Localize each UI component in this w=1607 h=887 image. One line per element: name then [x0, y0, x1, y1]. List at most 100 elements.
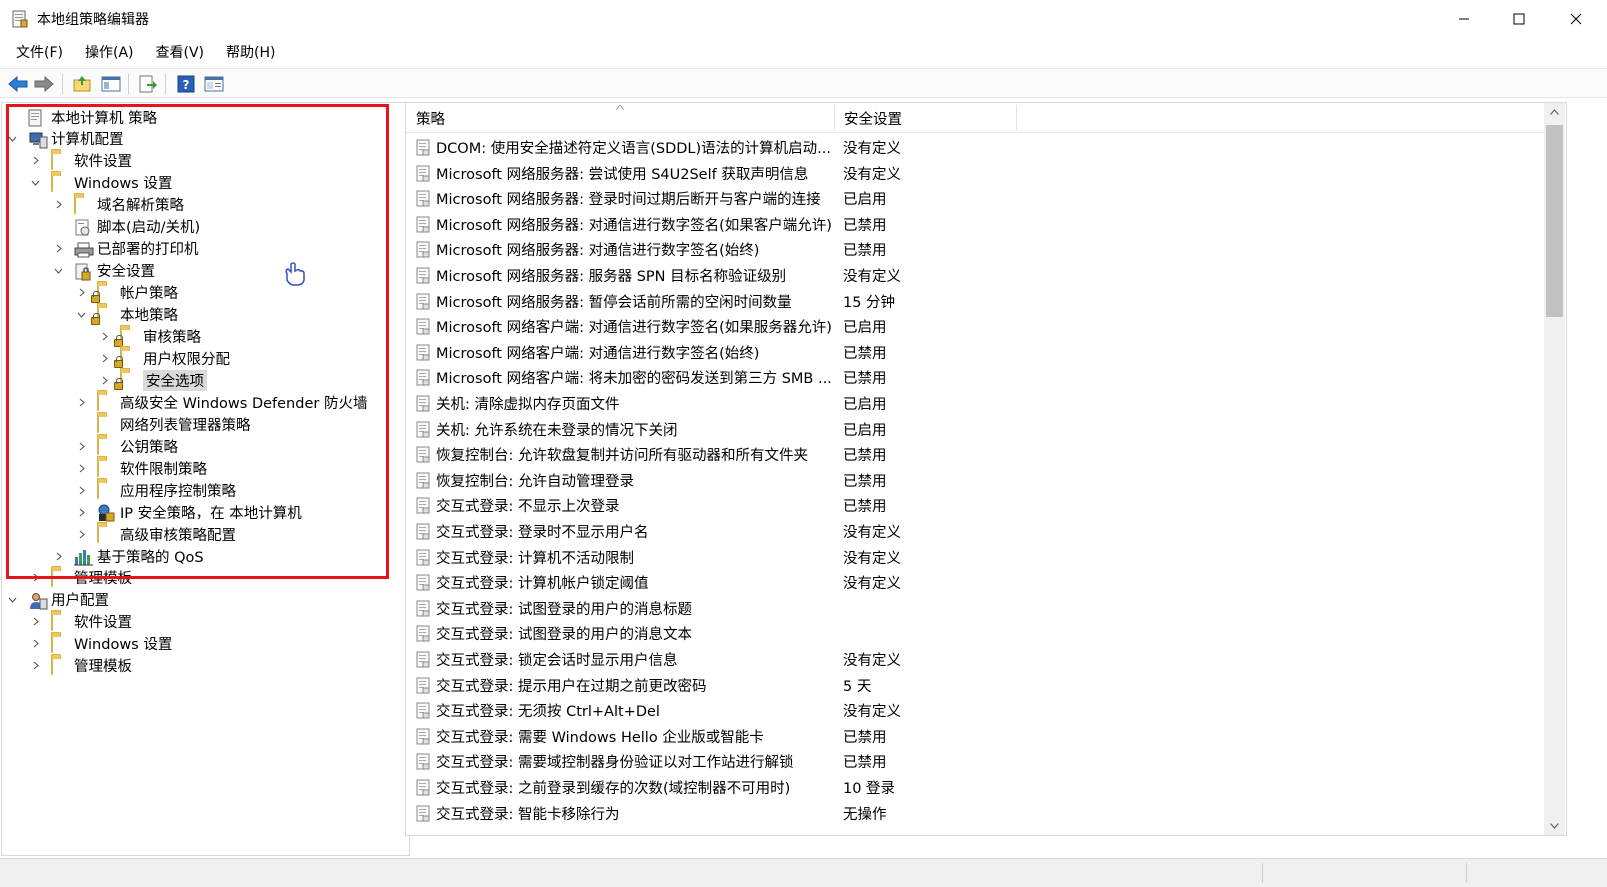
policy-row[interactable]: 交互式登录: 需要 Windows Hello 企业版或智能卡 已禁用 [406, 723, 1546, 748]
policy-row[interactable]: 交互式登录: 智能卡移除行为 无操作 [406, 800, 1546, 825]
tree-item[interactable]: 公钥策略 [79, 435, 178, 457]
help-button[interactable]: ? [176, 74, 196, 94]
policy-row[interactable]: Microsoft 网络服务器: 登录时间过期后断开与客户端的连接 已启用 [406, 185, 1546, 210]
expand-chevron-right-icon[interactable] [75, 440, 87, 452]
export-list-button[interactable] [138, 74, 158, 94]
tree-item-label: 高级安全 Windows Defender 防火墙 [120, 395, 368, 412]
tree-item[interactable]: 软件限制策略 [79, 457, 207, 479]
scroll-thumb[interactable] [1546, 125, 1563, 317]
tree-item[interactable]: 域名解析策略 [56, 194, 184, 216]
tree-item[interactable]: 本地策略 [77, 304, 178, 326]
expand-chevron-down-icon[interactable] [6, 594, 18, 606]
policy-row[interactable]: 交互式登录: 需要域控制器身份验证以对工作站进行解锁 已禁用 [406, 748, 1546, 773]
expand-chevron-right-icon[interactable] [29, 638, 41, 650]
tree-item[interactable]: 用户权限分配 [102, 347, 230, 369]
policy-security-setting: 已启用 [843, 192, 887, 209]
policy-row[interactable]: 关机: 允许系统在未登录的情况下关闭 已启用 [406, 416, 1546, 441]
scroll-up-button[interactable] [1544, 103, 1565, 121]
expand-chevron-right-icon[interactable] [98, 331, 110, 343]
expand-chevron-right-icon[interactable] [52, 243, 64, 255]
tree-item[interactable]: 帐户策略 [79, 282, 178, 304]
tree-item[interactable]: 本地计算机 策略 [28, 106, 157, 128]
vertical-scrollbar[interactable] [1544, 103, 1565, 835]
expand-chevron-right-icon[interactable] [29, 616, 41, 628]
menu-view[interactable]: 查看(V) [149, 38, 212, 68]
expand-chevron-down-icon[interactable] [6, 133, 18, 145]
expand-chevron-right-icon[interactable] [75, 287, 87, 299]
policy-row[interactable]: Microsoft 网络服务器: 尝试使用 S4U2Self 获取声明信息 没有定… [406, 160, 1546, 185]
expand-chevron-down-icon[interactable] [29, 177, 41, 189]
maximize-button[interactable] [1496, 0, 1542, 38]
tree-item[interactable]: 基于策略的 QoS [56, 545, 204, 567]
expand-chevron-right-icon[interactable] [52, 199, 64, 211]
expand-chevron-right-icon[interactable] [75, 528, 87, 540]
policy-row[interactable]: 交互式登录: 不显示上次登录 已禁用 [406, 492, 1546, 517]
policy-row[interactable]: 交互式登录: 试图登录的用户的消息文本 [406, 620, 1546, 645]
policy-row[interactable]: 交互式登录: 登录时不显示用户名 没有定义 [406, 518, 1546, 543]
policy-row[interactable]: Microsoft 网络客户端: 对通信进行数字签名(如果服务器允许) 已启用 [406, 313, 1546, 338]
up-level-button[interactable] [72, 74, 92, 94]
policy-row[interactable]: 交互式登录: 提示用户在过期之前更改密码 5 天 [406, 672, 1546, 697]
tree-item[interactable]: 计算机配置 [8, 128, 124, 150]
tree-item[interactable]: 高级安全 Windows Defender 防火墙 [79, 391, 368, 413]
expand-chevron-right-icon[interactable] [52, 550, 64, 562]
policy-row[interactable]: Microsoft 网络服务器: 服务器 SPN 目标名称验证级别 没有定义 [406, 262, 1546, 287]
tree-item[interactable]: 软件设置 [33, 150, 132, 172]
policy-row[interactable]: 交互式登录: 试图登录的用户的消息标题 [406, 595, 1546, 620]
minimize-button[interactable] [1441, 0, 1487, 38]
policy-row[interactable]: 交互式登录: 计算机帐户锁定阈值 没有定义 [406, 569, 1546, 594]
tree-item[interactable]: 安全选项 [102, 369, 207, 391]
close-button[interactable] [1553, 0, 1599, 38]
expand-chevron-right-icon[interactable] [29, 660, 41, 672]
policy-row[interactable]: 交互式登录: 无须按 Ctrl+Alt+Del 没有定义 [406, 697, 1546, 722]
navigation-tree[interactable]: 本地计算机 策略 计算机配置 软件设置 Windows 设置 域名解析策略 脚本(启动/关… [1, 102, 410, 856]
expand-chevron-right-icon[interactable] [98, 374, 110, 386]
policy-row[interactable]: 交互式登录: 之前登录到缓存的次数(域控制器不可用时) 10 登录 [406, 774, 1546, 799]
expand-chevron-right-icon[interactable] [75, 484, 87, 496]
tree-item[interactable]: 用户配置 [8, 589, 109, 611]
scroll-down-button[interactable] [1544, 817, 1565, 835]
expand-chevron-right-icon[interactable] [75, 506, 87, 518]
tree-item[interactable]: 安全设置 [54, 260, 155, 282]
column-header-setting[interactable]: 安全设置 [834, 103, 1016, 133]
expand-chevron-right-icon[interactable] [98, 352, 110, 364]
show-hide-tree-button[interactable] [101, 74, 121, 94]
policy-row[interactable]: 交互式登录: 计算机不活动限制 没有定义 [406, 544, 1546, 569]
menu-action[interactable]: 操作(A) [78, 38, 141, 68]
policy-row[interactable]: 恢复控制台: 允许软盘复制并访问所有驱动器和所有文件夹 已禁用 [406, 441, 1546, 466]
policy-row[interactable]: Microsoft 网络服务器: 对通信进行数字签名(始终) 已禁用 [406, 236, 1546, 261]
expand-chevron-right-icon[interactable] [29, 155, 41, 167]
tree-item[interactable]: 高级审核策略配置 [79, 523, 236, 545]
expand-chevron-down-icon[interactable] [52, 265, 64, 277]
back-button[interactable] [8, 74, 28, 94]
tree-item[interactable]: 网络列表管理器策略 [97, 413, 251, 435]
expand-chevron-down-icon[interactable] [75, 309, 87, 321]
tree-item[interactable]: 脚本(启动/关机) [74, 216, 200, 238]
tree-item[interactable]: 管理模板 [33, 567, 132, 589]
tree-item[interactable]: IP 安全策略，在 本地计算机 [79, 501, 302, 523]
tree-item[interactable]: 管理模板 [33, 655, 132, 677]
policy-row[interactable]: Microsoft 网络服务器: 暂停会话前所需的空闲时间数量 15 分钟 [406, 288, 1546, 313]
tree-item[interactable]: 审核策略 [102, 326, 201, 348]
tree-item[interactable]: 已部署的打印机 [56, 238, 199, 260]
policy-row[interactable]: 交互式登录: 锁定会话时显示用户信息 没有定义 [406, 646, 1546, 671]
properties-button[interactable] [204, 74, 224, 94]
tree-item[interactable]: Windows 设置 [31, 172, 172, 194]
expand-chevron-right-icon[interactable] [75, 462, 87, 474]
expand-chevron-right-icon[interactable] [29, 572, 41, 584]
policy-row[interactable]: Microsoft 网络客户端: 对通信进行数字签名(始终) 已禁用 [406, 339, 1546, 364]
tree-item[interactable]: 软件设置 [33, 611, 132, 633]
status-bar [0, 858, 1607, 887]
expand-chevron-right-icon[interactable] [75, 396, 87, 408]
policy-row[interactable]: 恢复控制台: 允许自动管理登录 已禁用 [406, 467, 1546, 492]
policy-row[interactable]: DCOM: 使用安全描述符定义语言(SDDL)语法的计算机启动... 没有定义 [406, 134, 1546, 159]
column-divider[interactable] [1016, 105, 1017, 131]
tree-item[interactable]: 应用程序控制策略 [79, 479, 236, 501]
policy-row[interactable]: Microsoft 网络客户端: 将未加密的密码发送到第三方 SMB ... 已禁… [406, 364, 1546, 389]
policy-row[interactable]: Microsoft 网络服务器: 对通信进行数字签名(如果客户端允许) 已禁用 [406, 211, 1546, 236]
tree-item[interactable]: Windows 设置 [33, 633, 172, 655]
menu-help[interactable]: 帮助(H) [219, 38, 282, 68]
menu-file[interactable]: 文件(F) [9, 38, 70, 68]
policy-row[interactable]: 关机: 清除虚拟内存页面文件 已启用 [406, 390, 1546, 415]
forward-button[interactable] [34, 74, 54, 94]
